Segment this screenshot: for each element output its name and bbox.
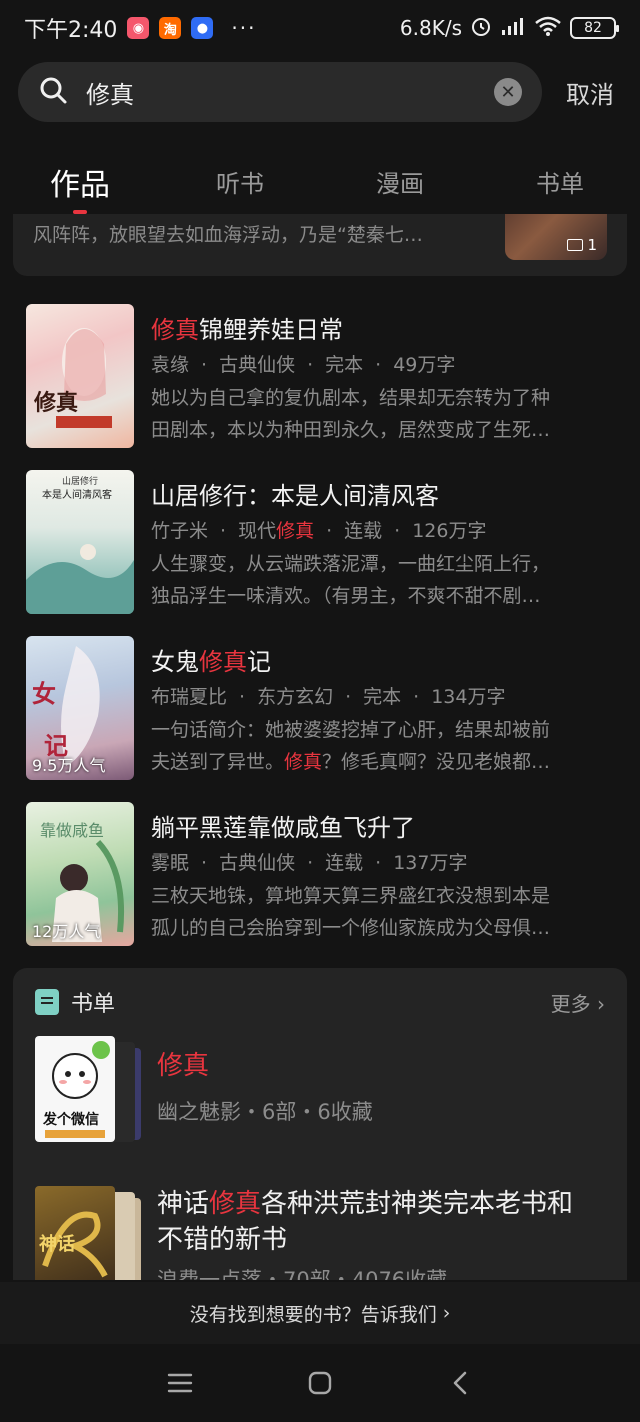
wifi-icon (534, 15, 562, 42)
blue-app-icon: ● (191, 17, 214, 39)
image-icon (567, 239, 584, 251)
chevron-right-icon: › (597, 992, 605, 1016)
tab-booklists[interactable]: 书单 (480, 150, 640, 214)
battery-icon: 82 (570, 17, 619, 39)
clear-search-icon[interactable]: ✕ (494, 78, 522, 106)
net-speed: 6.8K/s (399, 16, 462, 40)
booklist-cover-stack: 发个微信 (35, 1036, 145, 1146)
search-input[interactable]: 修真 ✕ (18, 62, 542, 122)
system-nav-bar (0, 1344, 640, 1422)
more-button[interactable]: 更多 › (551, 988, 605, 1017)
book-item[interactable]: 靠做咸鱼 12万人气 躺平黑莲靠做咸鱼飞升了 雾眠 · 古典仙侠 · 连载 · 137万字 … (26, 802, 616, 946)
tab-works[interactable]: 作品 (0, 150, 160, 214)
taobao-app-icon: 淘 (159, 17, 182, 39)
weibo-app-icon: ◉ (127, 17, 150, 39)
image-count: 1 (567, 236, 597, 254)
partial-result-card[interactable]: 风阵阵，放眼望去如血海浮动，乃是“楚秦七… 1 (13, 214, 627, 276)
more-notifications-icon: ··· (231, 16, 257, 40)
cover-popularity: 9.5万人气 (32, 756, 106, 775)
book-cover: 靠做咸鱼 12万人气 (26, 802, 134, 946)
book-cover: 修真 (26, 304, 134, 448)
booklist-item[interactable]: 神话 神话修真各种洪荒封神类完本老书和不错的新书 浪费一点落・70部・4076收… (35, 1186, 605, 1280)
svg-text:山居修行: 山居修行 (62, 475, 98, 487)
booklist-title: 神话修真各种洪荒封神类完本老书和不错的新书 (157, 1189, 574, 1255)
svg-text:靠做咸鱼: 靠做咸鱼 (40, 821, 104, 840)
book-cover: 女记 9.5万人气 (26, 636, 134, 780)
back-icon[interactable] (440, 1363, 480, 1403)
book-cover: 山居修行 本是人间清风客 (26, 470, 134, 614)
book-description: 三枚天地铢，算地算天算三界盛红衣没想到本是 孤儿的自己会胎穿到一个修仙家族成为父… (151, 885, 551, 939)
book-title: 躺平黑莲靠做咸鱼飞升了 (151, 814, 415, 842)
search-icon (38, 75, 68, 109)
partial-card-text: 风阵阵，放眼望去如血海浮动，乃是“楚秦七… (33, 224, 423, 246)
booklist-header: 书单 (35, 986, 115, 1018)
book-title: 山居修行：本是人间清风客 (151, 482, 439, 510)
svg-text:本是人间清风客: 本是人间清风客 (42, 488, 112, 501)
book-item[interactable]: 山居修行 本是人间清风客 山居修行：本是人间清风客 竹子米 · 现代修真 · 连载 · 126… (26, 470, 616, 614)
tab-audiobooks[interactable]: 听书 (160, 150, 320, 214)
svg-text:女: 女 (32, 679, 56, 708)
partial-card-image: 1 (505, 214, 607, 260)
home-icon[interactable] (300, 1363, 340, 1403)
booklist-cover-stack: 神话 (35, 1186, 145, 1280)
booklist-item[interactable]: 发个微信 修真 幽之魅影・6部・6收藏 (35, 1036, 605, 1146)
result-tabs: 作品 听书 漫画 书单 (0, 150, 640, 214)
tab-comics[interactable]: 漫画 (320, 150, 480, 214)
search-query[interactable]: 修真 (86, 75, 494, 110)
book-title: 修真锦鲤养娃日常 (151, 316, 343, 344)
svg-text:神话: 神话 (39, 1233, 75, 1255)
svg-text:修真: 修真 (33, 390, 78, 416)
booklist-subtitle: 幽之魅影・6部・6收藏 (157, 1100, 373, 1124)
cover-popularity: 12万人气 (32, 922, 101, 941)
book-meta: 袁缘 · 古典仙侠 · 完本 · 49万字 (151, 354, 456, 376)
menu-icon[interactable] (160, 1363, 200, 1403)
book-description: 她以为自己拿的复仇剧本，结果却无奈转为了种 田剧本，本以为种田到永久，居然变成了… (151, 387, 551, 441)
chevron-right-icon: › (442, 1302, 451, 1324)
signal-icon (500, 16, 526, 41)
alarm-icon (470, 15, 492, 42)
book-meta: 布瑞夏比 · 东方玄幻 · 完本 · 134万字 (151, 686, 506, 708)
book-item[interactable]: 女记 9.5万人气 女鬼修真记 布瑞夏比 · 东方玄幻 · 完本 · 134万字 一句话简介… (26, 636, 616, 780)
cancel-button[interactable]: 取消 (566, 75, 614, 110)
book-description: 人生骤变，从云端跌落泥潭，一曲红尘陌上行， 独品浮生一味清欢。（有男主，不爽不甜… (151, 553, 551, 607)
booklist-section: 书单 更多 › 发个微信 修真 幽之魅影・6部・6收藏 神话 神话修真各种洪荒封… (13, 968, 627, 1280)
book-meta: 竹子米 · 现代修真 · 连载 · 126万字 (151, 520, 487, 542)
booklist-heading: 书单 (71, 992, 116, 1017)
booklist-title: 修真 (157, 1051, 210, 1081)
feedback-link[interactable]: 没有找到想要的书？告诉我们 › (0, 1282, 640, 1344)
status-bar: 下午2:40 ◉ 淘 ● ··· 6.8K/s 82 (0, 0, 640, 56)
status-time: 下午2:40 (24, 18, 118, 43)
booklist-subtitle: 浪费一点落・70部・4076收藏 (157, 1268, 448, 1280)
book-description: 一句话简介：她被婆婆挖掉了心肝，结果却被前 夫送到了异世。修真？修毛真啊？没见老… (151, 719, 551, 773)
book-title: 女鬼修真记 (151, 648, 271, 676)
book-item[interactable]: 修真 修真锦鲤养娃日常 袁缘 · 古典仙侠 · 完本 · 49万字 她以为自己拿的复仇剧本，… (26, 304, 616, 448)
booklist-icon (35, 989, 59, 1015)
svg-text:发个微信: 发个微信 (42, 1111, 99, 1128)
search-bar: 修真 ✕ 取消 (18, 62, 622, 122)
book-meta: 雾眠 · 古典仙侠 · 连载 · 137万字 (151, 852, 468, 874)
